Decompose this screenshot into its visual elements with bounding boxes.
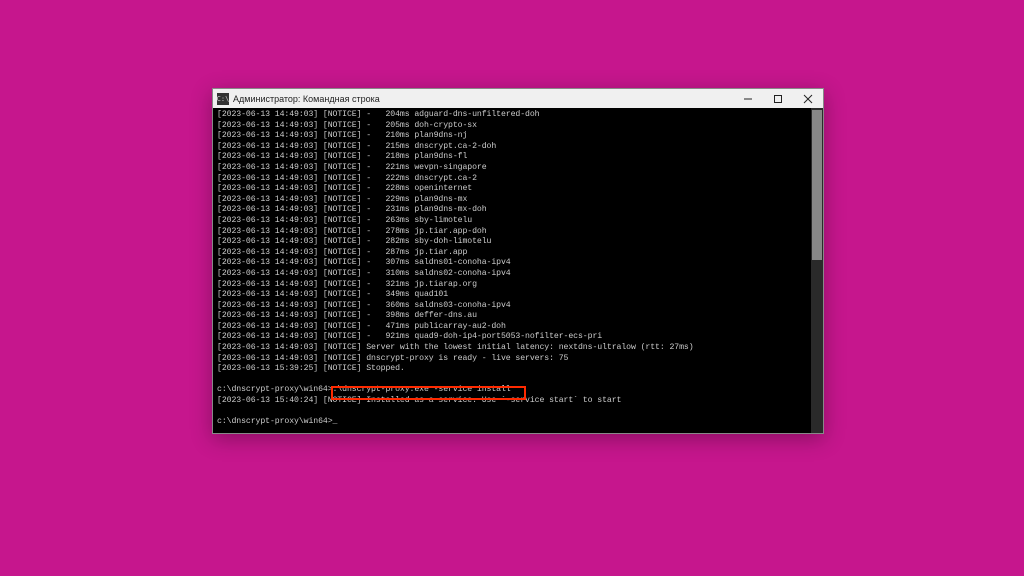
terminal-area: [2023-06-13 14:49:03] [NOTICE] - 204ms a… [213, 108, 823, 433]
window-controls [733, 89, 823, 108]
scroll-thumb[interactable] [812, 110, 822, 260]
terminal-output[interactable]: [2023-06-13 14:49:03] [NOTICE] - 204ms a… [213, 108, 811, 433]
scrollbar[interactable] [811, 108, 823, 433]
command-prompt-window: C:\ Администратор: Командная строка [202… [212, 88, 824, 434]
titlebar[interactable]: C:\ Администратор: Командная строка [213, 89, 823, 108]
command-highlight [331, 386, 526, 400]
close-button[interactable] [793, 89, 823, 108]
window-title: Администратор: Командная строка [233, 94, 733, 104]
minimize-button[interactable] [733, 89, 763, 108]
cmd-icon: C:\ [217, 93, 229, 105]
maximize-button[interactable] [763, 89, 793, 108]
